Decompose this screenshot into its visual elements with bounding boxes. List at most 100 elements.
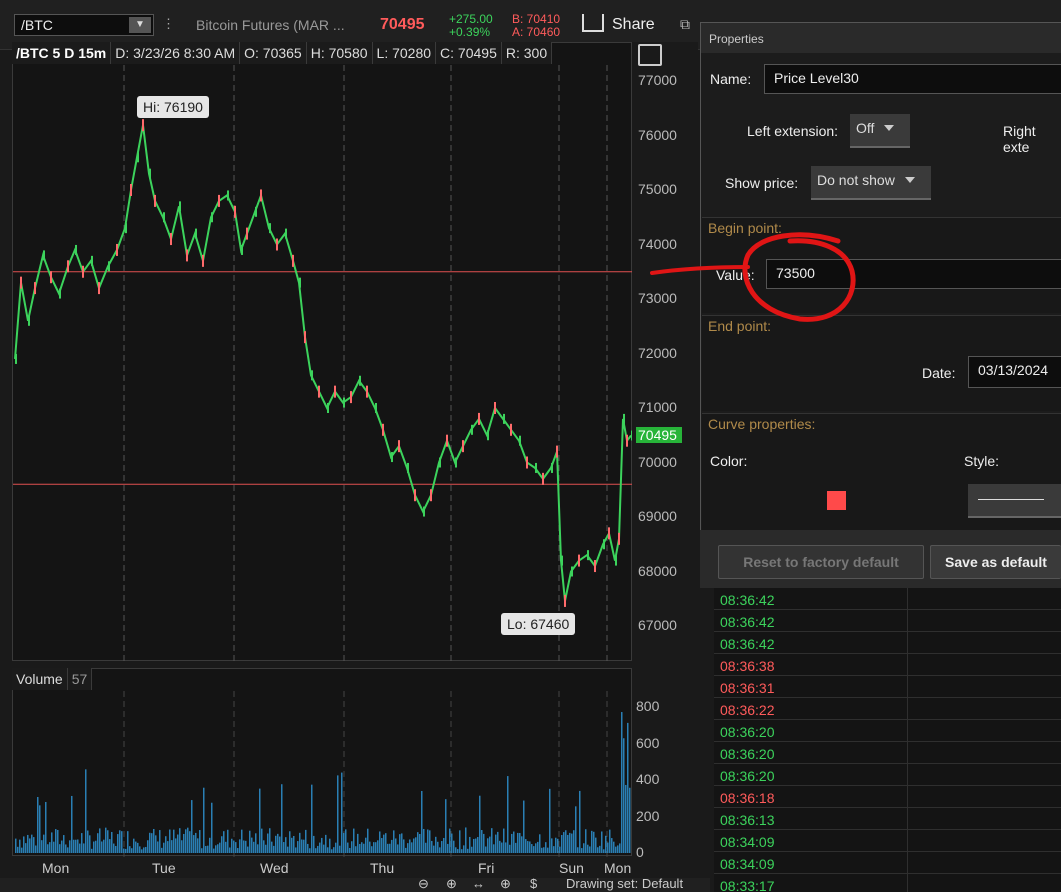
high-callout: Hi: 76190 bbox=[137, 96, 209, 118]
time-sales-row[interactable]: 08:34:09 bbox=[714, 830, 1061, 852]
volume-bar bbox=[59, 844, 61, 853]
volume-bar bbox=[511, 833, 513, 853]
time-sales-row[interactable]: 08:36:38 bbox=[714, 654, 1061, 676]
volume-bar bbox=[35, 845, 37, 853]
zoom-in-icon[interactable]: ⊕ bbox=[446, 876, 457, 892]
time-sales-row[interactable]: 08:36:18 bbox=[714, 786, 1061, 808]
time-sales-row[interactable]: 08:36:42 bbox=[714, 610, 1061, 632]
legend-date: D: 3/23/26 8:30 AM bbox=[111, 42, 241, 64]
volume-bar bbox=[485, 846, 487, 853]
left-extension-select[interactable]: Off bbox=[850, 114, 910, 148]
volume-bar bbox=[457, 849, 459, 853]
volume-bar bbox=[15, 838, 17, 853]
screen-icon[interactable]: ⧉ bbox=[680, 16, 690, 33]
volume-bar bbox=[283, 842, 285, 853]
volume-bar bbox=[431, 840, 433, 853]
column-divider bbox=[907, 808, 908, 830]
volume-tick-label: 400 bbox=[636, 771, 660, 787]
volume-legend: Volume 57 bbox=[12, 668, 93, 690]
volume-bar bbox=[101, 841, 103, 853]
volume-bar bbox=[541, 847, 543, 853]
color-swatch[interactable] bbox=[827, 491, 846, 510]
volume-bar bbox=[363, 843, 365, 853]
volume-bar bbox=[139, 846, 141, 853]
volume-bar bbox=[319, 842, 321, 853]
share-label: Share bbox=[612, 16, 655, 33]
reset-to-default-button[interactable]: Reset to factory default bbox=[718, 545, 924, 579]
price-axis[interactable]: 77000 76000 75000 74000 73000 72000 71000 70000… bbox=[632, 42, 698, 662]
time-sales-row[interactable]: 08:36:13 bbox=[714, 808, 1061, 830]
save-as-default-button[interactable]: Save as default bbox=[930, 545, 1061, 579]
name-field[interactable]: Price Level30 bbox=[764, 64, 1061, 94]
time-sales-row[interactable]: 08:36:31 bbox=[714, 676, 1061, 698]
time-sales-row[interactable]: 08:34:09 bbox=[714, 852, 1061, 874]
volume-bar bbox=[125, 848, 127, 853]
volume-bar bbox=[81, 833, 83, 853]
zoom-out-icon[interactable]: ⊖ bbox=[418, 876, 429, 892]
volume-bar bbox=[427, 829, 429, 853]
crosshair-icon[interactable]: ⊕ bbox=[500, 876, 511, 892]
price-chart[interactable] bbox=[12, 42, 633, 662]
volume-bar bbox=[331, 849, 333, 853]
volume-bar bbox=[447, 843, 449, 853]
volume-bar bbox=[553, 846, 555, 853]
style-label: Style: bbox=[964, 453, 1000, 469]
volume-bar bbox=[169, 829, 171, 853]
volume-bar bbox=[469, 836, 471, 853]
volume-bar bbox=[585, 829, 587, 853]
volume-bar bbox=[107, 830, 109, 853]
column-divider bbox=[907, 786, 908, 808]
time-sales-row[interactable]: 08:33:17 bbox=[714, 874, 1061, 892]
time-sales-row[interactable]: 08:36:20 bbox=[714, 764, 1061, 786]
last-price: 70495 bbox=[380, 16, 425, 33]
symbol-input[interactable]: /BTC ▼ bbox=[14, 14, 154, 36]
drawing-set[interactable]: Drawing set: Default bbox=[566, 876, 683, 891]
volume-bar bbox=[407, 843, 409, 853]
date-field[interactable]: 03/13/2024 bbox=[968, 356, 1061, 388]
volume-bar bbox=[355, 846, 357, 853]
time-sales-row[interactable]: 08:36:42 bbox=[714, 588, 1061, 610]
column-divider bbox=[907, 676, 908, 698]
chart-legend: /BTC 5 D 15m D: 3/23/26 8:30 AM O: 70365 H:… bbox=[12, 42, 553, 64]
volume-bar bbox=[247, 846, 249, 853]
low-callout: Lo: 67460 bbox=[501, 613, 576, 635]
volume-bar bbox=[563, 832, 565, 853]
line-style-select[interactable] bbox=[968, 484, 1061, 518]
time-sales-row[interactable]: 08:36:22 bbox=[714, 698, 1061, 720]
volume-bar bbox=[479, 795, 481, 853]
volume-bar bbox=[561, 835, 563, 853]
volume-bar bbox=[233, 840, 235, 853]
volume-bar bbox=[245, 840, 247, 853]
volume-bar bbox=[33, 837, 35, 853]
volume-bar bbox=[85, 769, 87, 853]
volume-bar bbox=[593, 831, 595, 853]
volume-bar bbox=[215, 845, 217, 853]
volume-tick-label: 800 bbox=[636, 698, 660, 714]
volume-bar bbox=[547, 847, 549, 853]
column-divider bbox=[907, 874, 908, 892]
volume-bar bbox=[91, 848, 93, 853]
link-icon[interactable]: ⋮ bbox=[162, 16, 176, 34]
time-and-sales-list[interactable]: 08:36:42 08:36:42 08:36:42 08:36:38 08:36:31… bbox=[714, 588, 1061, 892]
volume-bar bbox=[205, 845, 207, 853]
price-icon[interactable]: $ bbox=[530, 876, 537, 891]
time-sales-row[interactable]: 08:36:42 bbox=[714, 632, 1061, 654]
volume-bar bbox=[27, 834, 29, 853]
share-button[interactable]: Share bbox=[582, 14, 655, 36]
volume-bar bbox=[613, 841, 615, 853]
pan-icon[interactable]: ↔ bbox=[472, 876, 485, 891]
volume-bar bbox=[555, 837, 557, 853]
volume-bar bbox=[185, 829, 187, 853]
time-sales-row[interactable]: 08:36:20 bbox=[714, 720, 1061, 742]
volume-bar bbox=[441, 841, 443, 853]
volume-bar bbox=[389, 843, 391, 853]
column-divider bbox=[907, 654, 908, 676]
axis-scale-icon[interactable] bbox=[638, 44, 662, 66]
volume-chart[interactable] bbox=[12, 668, 632, 857]
chevron-down-icon[interactable]: ▼ bbox=[129, 17, 151, 33]
show-price-select[interactable]: Do not show bbox=[811, 166, 931, 200]
volume-tick-label: 600 bbox=[636, 734, 660, 751]
volume-bar bbox=[279, 836, 281, 853]
time-sales-row[interactable]: 08:36:20 bbox=[714, 742, 1061, 764]
volume-bar bbox=[249, 830, 251, 853]
